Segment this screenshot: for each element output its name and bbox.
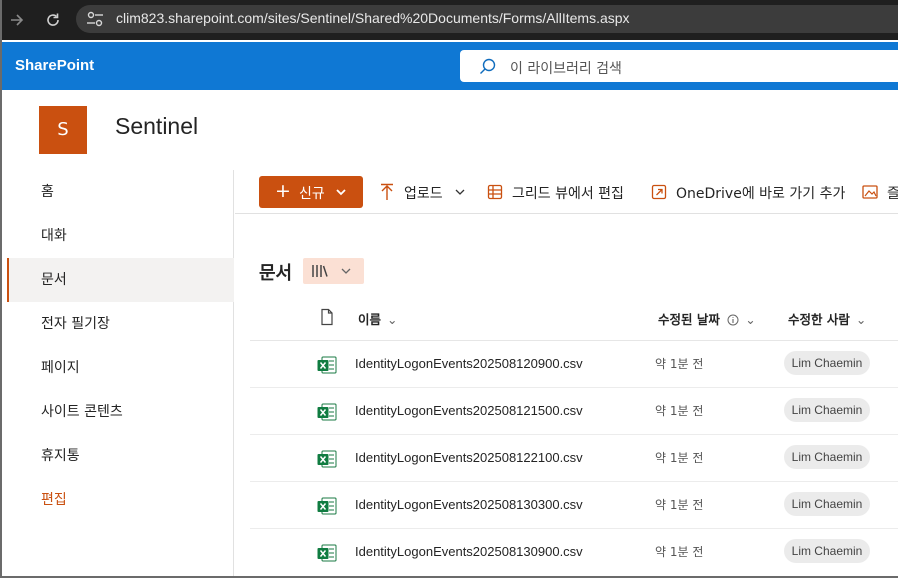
- overflow-command-button[interactable]: 즐: [862, 182, 898, 204]
- column-header-name[interactable]: 이름 ⌄: [358, 309, 398, 328]
- table-row[interactable]: IdentityLogonEvents202508122100.csv 약 1분…: [250, 435, 898, 482]
- excel-file-icon: [317, 497, 337, 515]
- excel-file-icon: [317, 403, 337, 421]
- url-text[interactable]: clim823.sharepoint.com/sites/Sentinel/Sh…: [116, 10, 630, 26]
- file-name-link[interactable]: IdentityLogonEvents202508122100.csv: [355, 450, 583, 465]
- upload-arrow-icon: [381, 183, 393, 200]
- modified-time: 약 1분 전: [655, 545, 704, 559]
- table-row[interactable]: IdentityLogonEvents202508130900.csv 약 1분…: [250, 529, 898, 576]
- chevron-down-icon: [341, 268, 351, 274]
- file-name-link[interactable]: IdentityLogonEvents202508121500.csv: [355, 403, 583, 418]
- excel-file-icon: [317, 544, 337, 562]
- reload-icon: [47, 13, 59, 26]
- excel-file-icon: [317, 356, 337, 374]
- edit-in-grid-view-button[interactable]: 그리드 뷰에서 편집: [487, 182, 637, 204]
- file-name-link[interactable]: IdentityLogonEvents202508120900.csv: [355, 356, 583, 371]
- file-name-link[interactable]: IdentityLogonEvents202508130900.csv: [355, 544, 583, 559]
- chevron-down-icon: ⌄: [387, 312, 398, 327]
- nav-item-site-contents[interactable]: 사이트 콘텐츠: [7, 390, 234, 434]
- chevron-down-icon: [336, 189, 346, 196]
- gallery-icon: [862, 185, 878, 199]
- command-bar: + 신규 업로드 그리드 뷰에서 편집 OneDrive에 바로 가기 추가 즐: [235, 170, 898, 214]
- table-row[interactable]: IdentityLogonEvents202508120900.csv 약 1분…: [250, 341, 898, 388]
- library-title: 문서: [259, 263, 293, 284]
- plus-icon: +: [275, 180, 291, 202]
- modified-time: 약 1분 전: [655, 451, 704, 465]
- modified-by-persona[interactable]: Lim Chaemin: [784, 398, 870, 422]
- nav-item-edit[interactable]: 편집: [7, 478, 234, 522]
- nav-item-conversations[interactable]: 대화: [7, 214, 234, 258]
- column-modified-by-label: 수정한 사람: [788, 312, 850, 327]
- shortcut-icon: [651, 184, 667, 200]
- nav-item-pages[interactable]: 페이지: [7, 346, 234, 390]
- add-shortcut-to-onedrive-button[interactable]: OneDrive에 바로 가기 추가: [651, 182, 851, 204]
- left-navigation: 홈 대화 문서 전자 필기장 페이지 사이트 콘텐츠 휴지통 편집: [2, 170, 234, 578]
- column-modified-label: 수정된 날짜: [658, 312, 720, 327]
- upload-button[interactable]: 업로드: [379, 182, 467, 204]
- column-header-modified[interactable]: 수정된 날짜 ⌄: [658, 309, 756, 328]
- upload-label: 업로드: [404, 186, 443, 202]
- arrow-right-icon: [11, 14, 24, 26]
- file-type-icon[interactable]: [319, 308, 335, 326]
- suite-bar: SharePoint 이 라이브러리 검색: [2, 42, 898, 90]
- table-row[interactable]: IdentityLogonEvents202508130300.csv 약 1분…: [250, 482, 898, 529]
- modified-by-persona[interactable]: Lim Chaemin: [784, 445, 870, 469]
- modified-time: 약 1분 전: [655, 357, 704, 371]
- nav-item-recycle-bin[interactable]: 휴지통: [7, 434, 234, 478]
- address-bar[interactable]: clim823.sharepoint.com/sites/Sentinel/Sh…: [76, 5, 898, 33]
- site-title[interactable]: Sentinel: [115, 113, 198, 140]
- new-button[interactable]: + 신규: [259, 176, 363, 208]
- browser-toolbar: clim823.sharepoint.com/sites/Sentinel/Sh…: [0, 0, 898, 40]
- modified-by-persona[interactable]: Lim Chaemin: [784, 539, 870, 563]
- new-button-label: 신규: [299, 186, 325, 202]
- grid-icon: [487, 184, 503, 200]
- search-placeholder[interactable]: 이 라이브러리 검색: [510, 58, 622, 78]
- reload-button[interactable]: [42, 9, 64, 31]
- view-switcher-button[interactable]: [303, 258, 364, 284]
- info-icon[interactable]: [727, 314, 739, 326]
- chevron-down-icon: ⌄: [745, 312, 756, 327]
- column-name-label: 이름: [358, 312, 382, 327]
- chevron-down-icon: ⌄: [855, 312, 867, 327]
- app-brand[interactable]: SharePoint: [15, 57, 94, 74]
- modified-time: 약 1분 전: [655, 498, 704, 512]
- modified-time: 약 1분 전: [655, 404, 704, 418]
- nav-item-documents[interactable]: 문서: [7, 258, 234, 302]
- search-icon: [480, 58, 496, 74]
- chevron-down-icon: [455, 189, 465, 195]
- column-header-modified-by[interactable]: 수정한 사람 ⌄: [788, 309, 866, 328]
- modified-by-persona[interactable]: Lim Chaemin: [784, 351, 870, 375]
- tune-icon[interactable]: [84, 9, 106, 29]
- file-name-link[interactable]: IdentityLogonEvents202508130300.csv: [355, 497, 583, 512]
- grid-edit-label: 그리드 뷰에서 편집: [512, 186, 624, 202]
- excel-file-icon: [317, 450, 337, 468]
- nav-item-notebook[interactable]: 전자 필기장: [7, 302, 234, 346]
- modified-by-persona[interactable]: Lim Chaemin: [784, 492, 870, 516]
- overflow-command-label: 즐: [887, 186, 898, 202]
- nav-item-home[interactable]: 홈: [7, 170, 234, 214]
- library-icon: [312, 265, 328, 277]
- site-logo[interactable]: S: [39, 106, 87, 154]
- forward-button[interactable]: [6, 9, 28, 31]
- onedrive-shortcut-label: OneDrive에 바로 가기 추가: [676, 186, 846, 202]
- library-search-box[interactable]: 이 라이브러리 검색: [460, 50, 898, 82]
- table-row[interactable]: IdentityLogonEvents202508121500.csv 약 1분…: [250, 388, 898, 435]
